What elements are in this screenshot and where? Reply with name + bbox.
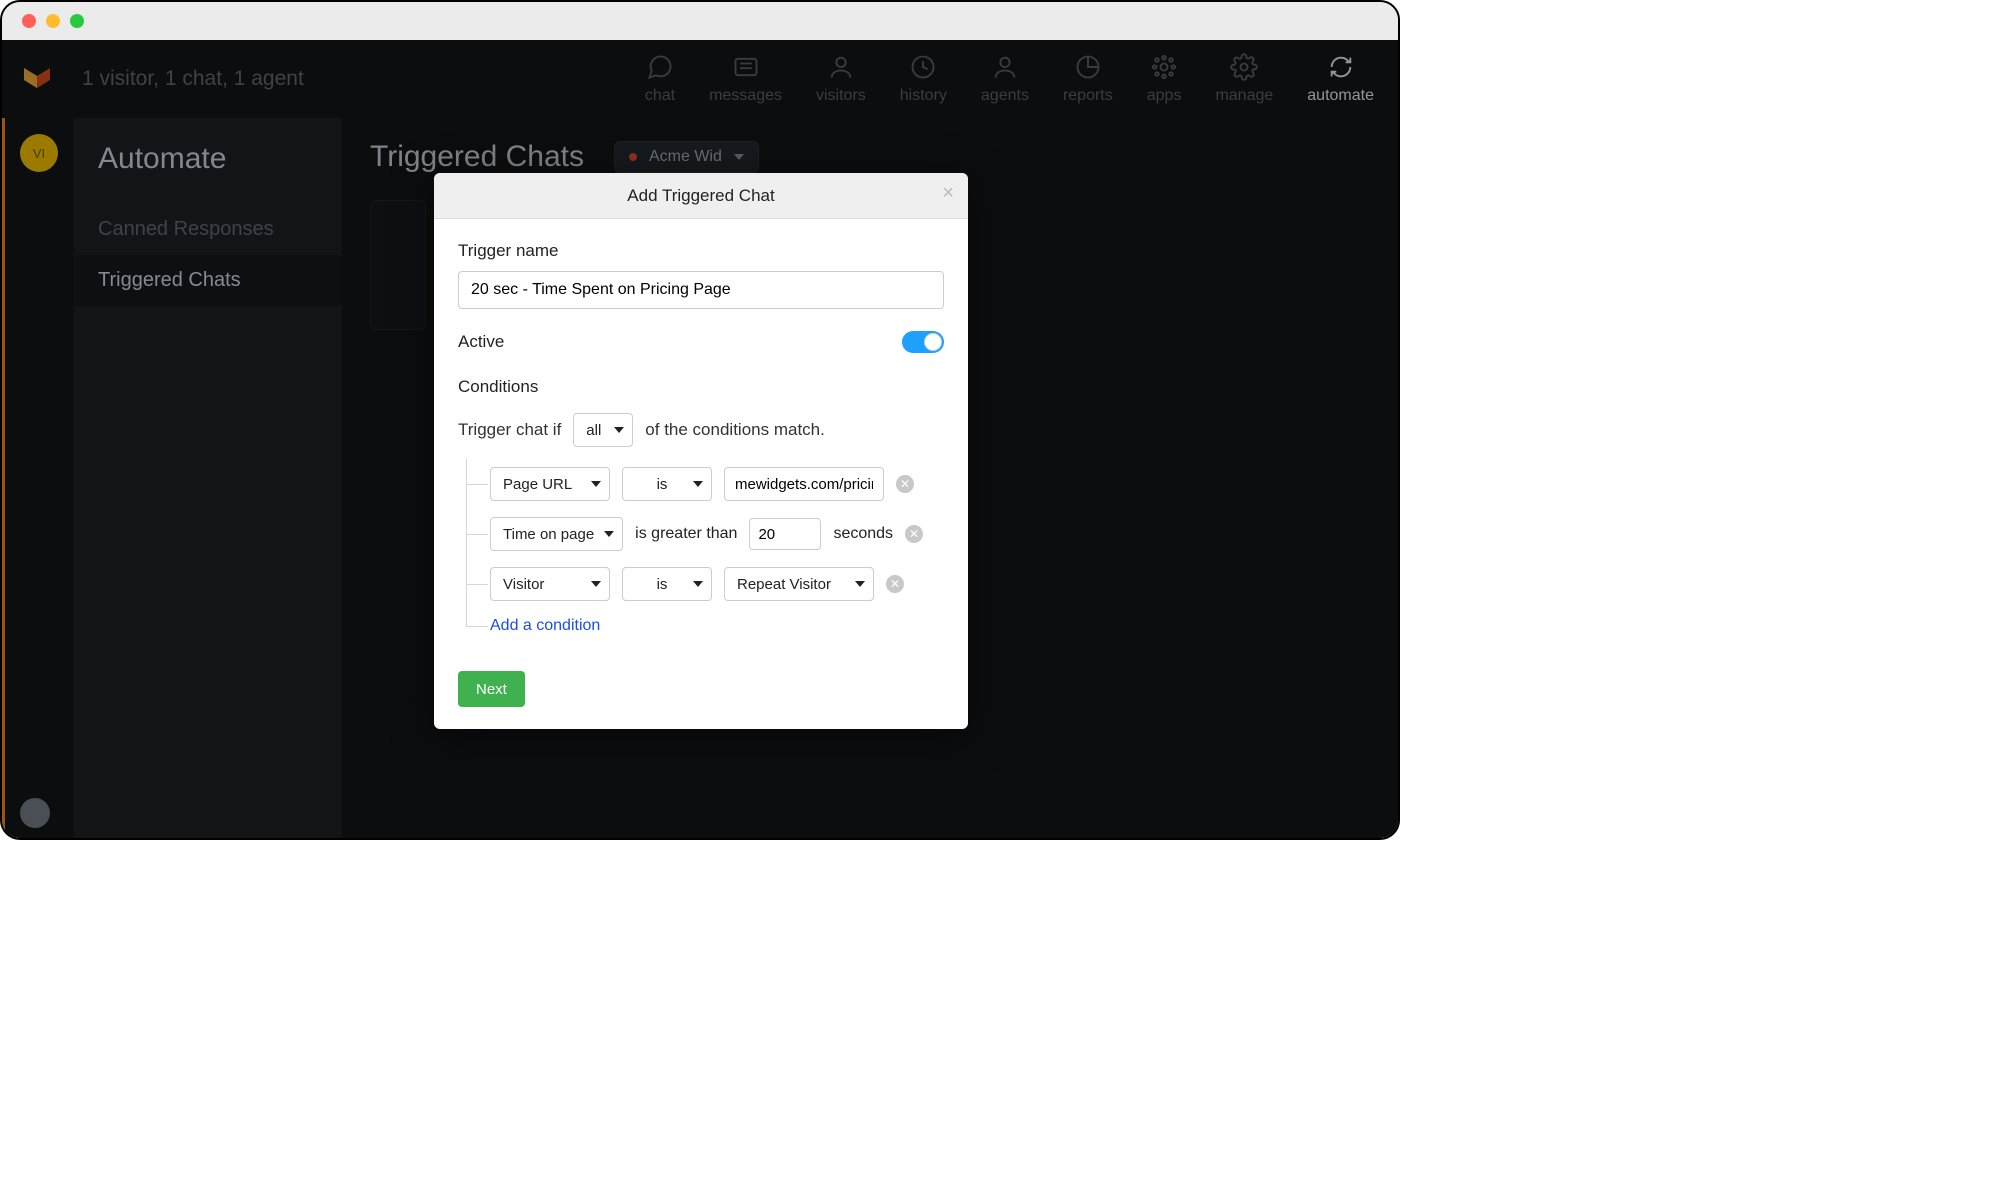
conditions-intro-post: of the conditions match.	[645, 420, 825, 440]
condition-field-select[interactable]: Page URL	[490, 467, 610, 501]
modal-title: Add Triggered Chat	[627, 186, 774, 206]
condition-field-select[interactable]: Time on page	[490, 517, 623, 551]
conditions-heading: Conditions	[458, 377, 944, 397]
conditions-mode-select[interactable]: all	[573, 413, 633, 447]
condition-operator-select[interactable]: is	[622, 567, 712, 601]
condition-field-value: Time on page	[503, 526, 594, 543]
chevron-down-icon	[604, 531, 614, 537]
app-root: 1 visitor, 1 chat, 1 agent chat messages…	[2, 40, 1398, 838]
condition-operator-value: is	[657, 476, 668, 493]
condition-value-select[interactable]: Repeat Visitor	[724, 567, 874, 601]
active-label: Active	[458, 332, 504, 352]
condition-value-input[interactable]	[724, 467, 884, 501]
chevron-down-icon	[855, 581, 865, 587]
chevron-down-icon	[591, 481, 601, 487]
active-toggle[interactable]	[902, 331, 944, 353]
condition-row: Page URL is ✕	[462, 459, 944, 509]
condition-operator-select[interactable]: is	[622, 467, 712, 501]
close-icon[interactable]: ×	[942, 183, 954, 203]
window-minimize-dot[interactable]	[46, 14, 60, 28]
window-titlebar	[2, 2, 1398, 40]
add-condition-link[interactable]: Add a condition	[490, 617, 600, 635]
chevron-down-icon	[614, 427, 624, 433]
condition-operator-value: is	[657, 576, 668, 593]
condition-field-select[interactable]: Visitor	[490, 567, 610, 601]
condition-field-value: Visitor	[503, 576, 544, 593]
chevron-down-icon	[693, 581, 703, 587]
add-triggered-chat-modal: Add Triggered Chat × Trigger name Active…	[434, 173, 968, 729]
condition-row: Visitor is Repeat Visitor ✕	[462, 559, 944, 609]
condition-row: Time on page is greater than seconds ✕	[462, 509, 944, 559]
condition-field-value: Page URL	[503, 476, 572, 493]
remove-condition-button[interactable]: ✕	[886, 575, 904, 593]
chevron-down-icon	[591, 581, 601, 587]
condition-value-text: Repeat Visitor	[737, 576, 831, 593]
trigger-name-label: Trigger name	[458, 241, 944, 261]
add-condition-row: Add a condition	[462, 609, 944, 643]
window-maximize-dot[interactable]	[70, 14, 84, 28]
remove-condition-button[interactable]: ✕	[896, 475, 914, 493]
condition-value-number[interactable]	[749, 518, 821, 550]
condition-unit: seconds	[833, 525, 893, 543]
modal-header: Add Triggered Chat ×	[434, 173, 968, 219]
conditions-mode-value: all	[586, 422, 601, 439]
remove-condition-button[interactable]: ✕	[905, 525, 923, 543]
chevron-down-icon	[693, 481, 703, 487]
trigger-name-input[interactable]	[458, 271, 944, 309]
window-close-dot[interactable]	[22, 14, 36, 28]
conditions-intro-pre: Trigger chat if	[458, 420, 561, 440]
next-button[interactable]: Next	[458, 671, 525, 707]
condition-operator-text: is greater than	[635, 525, 737, 543]
toggle-knob-icon	[924, 333, 942, 351]
agent-avatar[interactable]	[20, 798, 50, 828]
